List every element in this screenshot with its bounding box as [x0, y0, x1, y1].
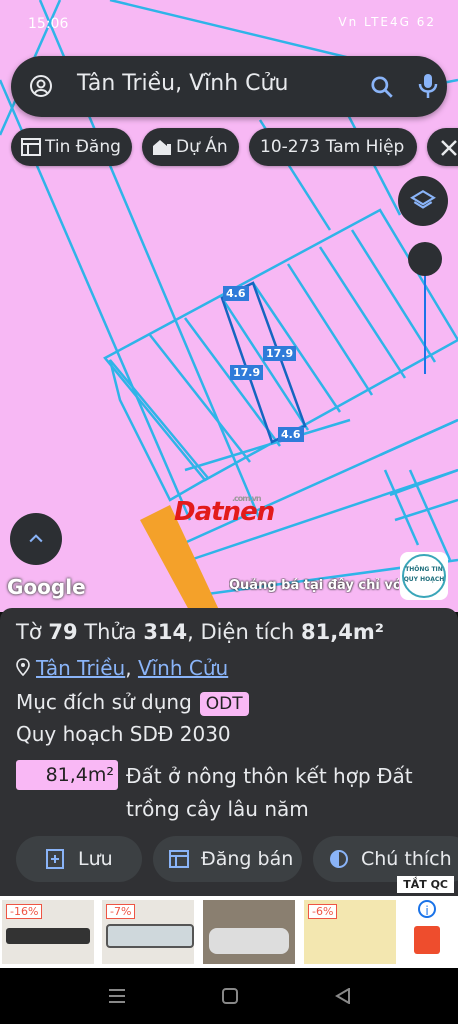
layers-button[interactable]	[398, 176, 448, 226]
chip-tam-hiep[interactable]: 10-273 Tam Hiệp	[249, 128, 417, 166]
post-for-sale-button[interactable]: Đăng bán	[153, 836, 302, 882]
back-icon[interactable]	[335, 988, 351, 1004]
chip-du-an[interactable]: Dự Án	[142, 128, 239, 166]
dimension-label: 4.6	[223, 286, 249, 301]
dimension-label: 17.9	[263, 346, 297, 361]
home-icon[interactable]	[222, 988, 238, 1004]
ad-item[interactable]: -6%	[304, 900, 396, 964]
save-button[interactable]: Lưu	[16, 836, 142, 882]
dimension-label: 17.9	[230, 365, 264, 380]
opacity-slider-track[interactable]	[424, 262, 426, 374]
chevron-up-icon	[29, 534, 43, 543]
add-note-icon	[46, 849, 64, 869]
recents-icon[interactable]	[108, 988, 126, 1004]
tools-icon	[441, 140, 457, 156]
district-link[interactable]: Vĩnh Cửu	[138, 656, 228, 680]
ad-item[interactable]: -16%	[2, 900, 94, 964]
close-ads-button[interactable]: TẮT QC	[397, 876, 454, 893]
mirror-image	[6, 928, 90, 944]
layers-icon	[410, 189, 436, 209]
car-image	[209, 928, 289, 954]
status-bar: 15:06 Vn LTE4G 62	[0, 0, 458, 52]
parcel-title: Tờ 79 Thửa 314, Diện tích 81,4m²	[16, 620, 384, 644]
contrast-icon	[330, 850, 348, 868]
listing-icon	[169, 850, 189, 868]
land-use-purpose: Mục đích sử dụng ODT	[16, 690, 249, 716]
chip-tin-dang[interactable]: Tin Đăng	[11, 128, 132, 166]
search-icon[interactable]	[369, 74, 395, 100]
building-icon	[153, 140, 171, 155]
mic-icon[interactable]	[416, 72, 440, 100]
ad-info-icon[interactable]: i	[418, 900, 436, 918]
promo-text[interactable]: Quảng bá tại đây chỉ với	[229, 578, 399, 593]
ad-item[interactable]: -7%	[102, 900, 194, 964]
search-bar[interactable]: Tân Triều, Vĩnh Cửu	[11, 56, 447, 117]
plan-area-badge: 81,4m²	[16, 760, 118, 790]
parcel-info-sheet: Tờ 79 Thửa 314, Diện tích 81,4m² Tân Tri…	[0, 608, 458, 896]
commune-link[interactable]: Tân Triều	[36, 656, 125, 680]
listing-icon	[21, 138, 41, 156]
system-nav-bar	[0, 968, 458, 1024]
mirror-image	[106, 924, 194, 948]
expand-button[interactable]	[10, 513, 62, 565]
plan-description: Đất ở nông thôn kết hợp Đất trồng cây lâ…	[126, 764, 413, 821]
datnen-watermark: Datnen .com.vn	[174, 494, 275, 527]
dimension-label: 4.6	[278, 427, 304, 442]
planning-info-badge[interactable]: THÔNG TIN QUY HOẠCH	[400, 552, 448, 600]
shopee-icon[interactable]	[414, 926, 440, 954]
purpose-code-badge: ODT	[199, 692, 249, 716]
google-logo: Google	[7, 575, 86, 599]
location-pin-icon	[16, 658, 30, 677]
opacity-slider-handle[interactable]	[408, 242, 442, 276]
search-input[interactable]: Tân Triều, Vĩnh Cửu	[77, 71, 288, 96]
status-icons: Vn LTE4G 62	[338, 15, 436, 29]
action-buttons: Lưu Đăng bán Chú thích	[16, 836, 458, 882]
planning-heading: Quy hoạch SDĐ 2030	[16, 722, 231, 746]
parcel-location: Tân Triều, Vĩnh Cửu	[16, 656, 228, 680]
ad-item[interactable]	[203, 900, 295, 964]
chip-tools[interactable]	[427, 128, 458, 166]
clock: 15:06	[28, 16, 69, 32]
ad-banner[interactable]: TẮT QC -16% -7% -6% i	[0, 876, 458, 968]
filter-chips: Tin Đăng Dự Án 10-273 Tam Hiệp	[11, 128, 458, 168]
account-icon[interactable]	[29, 74, 53, 98]
